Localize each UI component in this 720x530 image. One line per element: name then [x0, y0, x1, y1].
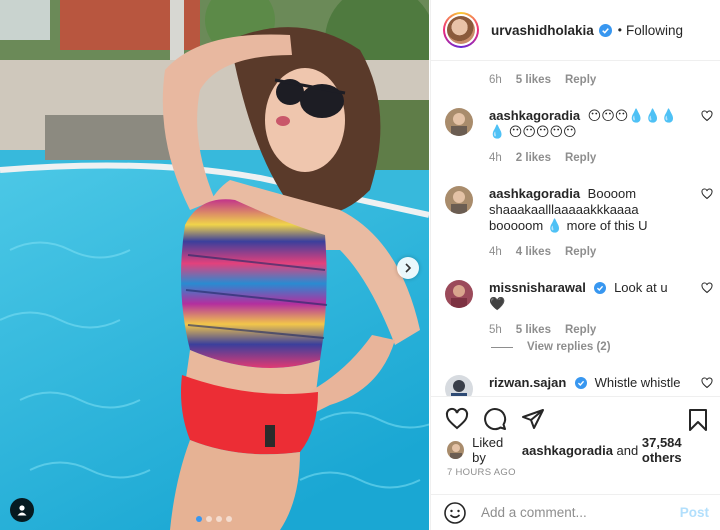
- heart-icon: [445, 407, 469, 430]
- comment-time: 4h: [489, 152, 502, 164]
- reply-button[interactable]: Reply: [565, 150, 596, 166]
- comment-likes[interactable]: 4 likes: [516, 244, 551, 260]
- photo-image: [0, 0, 429, 530]
- comment-item: aashkagoradia 😶😶😶💧💧💧💧 😶😶😶😶😶 4h 2 likes R…: [445, 108, 713, 166]
- view-replies-button[interactable]: View replies (2): [491, 341, 611, 353]
- save-button[interactable]: [687, 408, 709, 437]
- commenter-avatar[interactable]: [445, 280, 473, 308]
- tagged-users-button[interactable]: [10, 498, 34, 522]
- verified-icon: [574, 377, 587, 389]
- comment-button[interactable]: [483, 407, 507, 431]
- comment-time: 6h: [489, 74, 502, 86]
- post-header: urvashidholakia • Following: [431, 0, 720, 61]
- like-button[interactable]: [445, 407, 469, 431]
- carousel-dot: [206, 516, 212, 522]
- share-icon: [522, 409, 544, 429]
- following-button[interactable]: Following: [626, 23, 683, 38]
- comment-username[interactable]: missnisharawal: [489, 280, 586, 295]
- comment-input[interactable]: Add a comment...: [481, 505, 680, 520]
- commenter-avatar[interactable]: [445, 108, 473, 136]
- next-photo-button[interactable]: [397, 257, 419, 279]
- comment-item: rizwan.sajan Whistle whistle: [445, 375, 713, 396]
- comment-username[interactable]: rizwan.sajan: [489, 375, 566, 390]
- liked-by-conj: and: [616, 442, 639, 458]
- carousel-dot: [196, 516, 202, 522]
- add-comment-bar: Add a comment... Post: [431, 494, 720, 530]
- commenter-avatar[interactable]: [445, 375, 473, 396]
- carousel-dot: [216, 516, 222, 522]
- like-comment-icon[interactable]: [701, 188, 713, 200]
- post-comment-button[interactable]: Post: [680, 505, 709, 520]
- user-tag-icon: [17, 505, 27, 516]
- comment-time: 4h: [489, 246, 502, 258]
- chevron-right-icon: [405, 263, 412, 273]
- reply-button[interactable]: Reply: [565, 74, 596, 86]
- post-photo[interactable]: [0, 0, 429, 530]
- post-actions: Liked by aashkagoradia and 37,584 others…: [431, 396, 720, 478]
- emoji-icon: [444, 501, 466, 524]
- comments-list[interactable]: 6h 5 likes Reply aashkagoradia 😶😶😶💧💧💧💧 😶…: [431, 62, 720, 396]
- comment-icon: [484, 408, 507, 431]
- comment-likes[interactable]: 2 likes: [516, 150, 551, 166]
- comment-item: missnisharawal Look at u 🖤 5h 5 likes Re…: [445, 280, 713, 338]
- carousel-dot: [226, 516, 232, 522]
- share-button[interactable]: [521, 407, 545, 431]
- comment-username[interactable]: aashkagoradia: [489, 186, 580, 201]
- like-comment-icon[interactable]: [701, 282, 713, 294]
- comment-item: aashkagoradia Boooom shaaakaalllaaaaakkk…: [445, 186, 713, 260]
- post-timestamp[interactable]: 7 HOURS AGO: [431, 467, 720, 478]
- reply-button[interactable]: Reply: [565, 322, 596, 338]
- author-avatar[interactable]: [443, 12, 479, 48]
- like-comment-icon[interactable]: [701, 110, 713, 122]
- reply-button[interactable]: Reply: [565, 244, 596, 260]
- like-comment-icon[interactable]: [701, 377, 713, 389]
- liked-by-user[interactable]: aashkagoradia: [522, 443, 613, 458]
- commenter-avatar[interactable]: [445, 186, 473, 214]
- post-details-panel: urvashidholakia • Following 6h 5 likes R…: [430, 0, 720, 530]
- comment-likes[interactable]: 5 likes: [516, 322, 551, 338]
- comment-time: 5h: [489, 324, 502, 336]
- author-username[interactable]: urvashidholakia: [491, 23, 594, 38]
- header-separator: •: [617, 23, 622, 37]
- comment-likes[interactable]: 5 likes: [516, 74, 551, 86]
- verified-icon: [598, 23, 612, 37]
- comment-text: Whistle whistle: [594, 375, 681, 390]
- emoji-button[interactable]: [443, 501, 467, 525]
- comment-username[interactable]: aashkagoradia: [489, 108, 580, 123]
- liker-avatar[interactable]: [447, 441, 465, 459]
- bookmark-icon: [689, 409, 707, 431]
- divider: [491, 346, 513, 348]
- comment-meta: 6h 5 likes Reply: [431, 74, 596, 86]
- likes-summary: Liked by aashkagoradia and 37,584 others: [431, 435, 720, 465]
- view-replies-label: View replies (2): [527, 341, 611, 353]
- carousel-indicator: [196, 516, 232, 522]
- verified-icon: [594, 282, 607, 294]
